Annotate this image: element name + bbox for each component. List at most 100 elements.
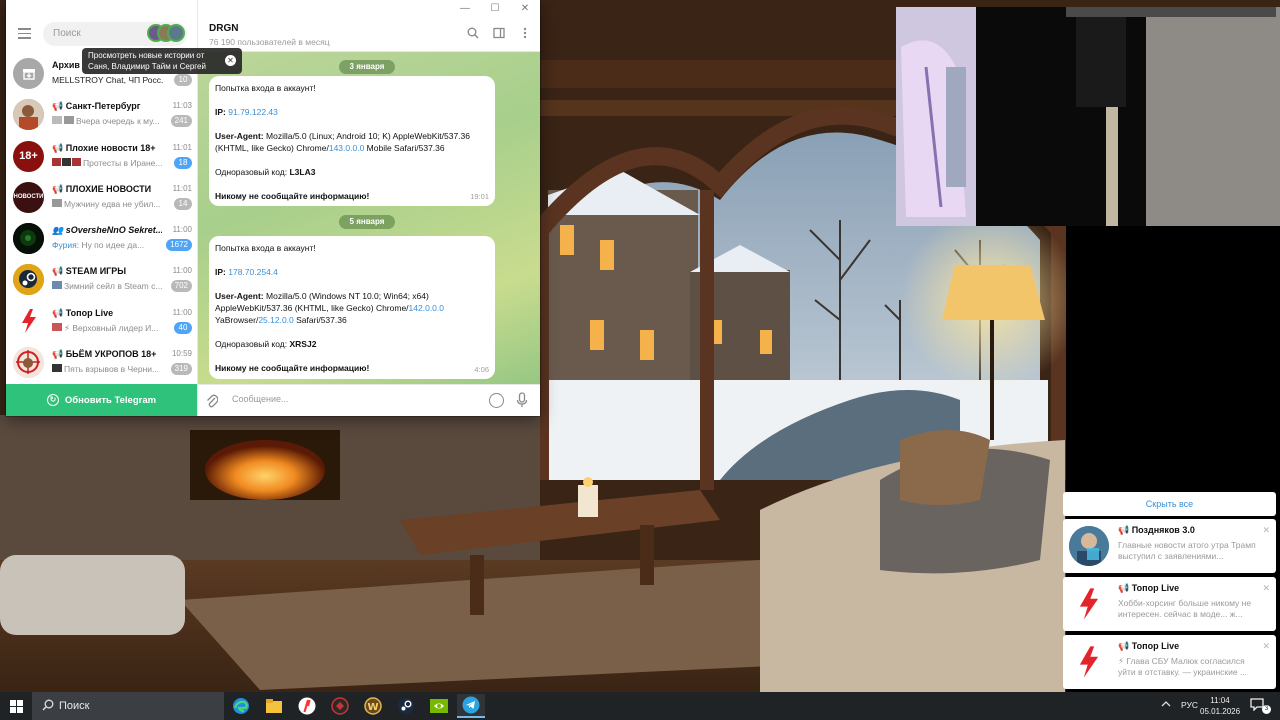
more-options-icon[interactable] <box>518 26 532 40</box>
update-telegram-button[interactable]: ↻ Обновить Telegram <box>6 384 197 416</box>
close-icon[interactable]: ✕ <box>1262 583 1270 594</box>
unread-badge: 14 <box>174 197 192 210</box>
chat-header[interactable]: DRGN 76 190 пользователей в месяц <box>198 16 540 52</box>
notification-card[interactable]: 📢 Поздняков 3.0 Главные новости атого ут… <box>1063 519 1276 573</box>
chat-preview: Зимний сейл в Steam с... <box>52 281 164 291</box>
message-area: 3 января Попытка входа в аккаунт! IP: 91… <box>198 52 540 384</box>
file-explorer-icon[interactable] <box>261 694 287 718</box>
chat-time: 11:00 <box>172 307 192 317</box>
steam-icon <box>13 264 44 296</box>
chat-avatar <box>13 223 44 255</box>
world-of-warcraft-icon[interactable]: W <box>360 694 386 718</box>
message-input[interactable]: Сообщение... <box>232 394 288 404</box>
close-icon[interactable]: ✕ <box>1262 525 1270 536</box>
chat-avatar <box>13 99 44 131</box>
message-code: Одноразовый код: XRSJ2 <box>215 339 317 349</box>
yandex-browser-icon[interactable] <box>294 694 320 718</box>
chat-item[interactable]: 📢 STEAM ИГРЫ 11:00 Зимний сейл в Steam с… <box>6 259 198 300</box>
person-avatar <box>1069 526 1109 566</box>
unread-badge: 319 <box>170 363 192 376</box>
date-separator: 5 января <box>339 215 395 229</box>
chat-name: 📢 БЬЁМ УКРОПОВ 18+ <box>52 349 157 360</box>
unread-badge: 241 <box>170 115 192 128</box>
chat-sidebar: Поиск Просмотреть новые истории от Саня,… <box>6 0 242 416</box>
close-icon[interactable]: ✕ <box>1262 641 1270 652</box>
edge-icon[interactable] <box>228 694 254 718</box>
search-input[interactable]: Поиск <box>43 22 187 46</box>
chat-preview: Мужчину едва не убил... <box>52 198 164 209</box>
maximize-button[interactable]: ☐ <box>480 0 510 16</box>
notification-card[interactable]: 📢 Топор Live Хобби-хорсинг больше никому… <box>1063 577 1276 631</box>
message-bubble[interactable]: Попытка входа в аккаунт! IP: 91.79.122.4… <box>209 76 495 206</box>
tooltip-line-2: Саня, Владимир Тайм и Сергей <box>88 62 206 71</box>
paperclip-icon[interactable] <box>206 393 220 409</box>
telegram-window: Поиск Просмотреть новые истории от Саня,… <box>6 0 540 416</box>
taskbar-search-label: Поиск <box>59 700 90 712</box>
notification-text: Хобби-хорсинг больше никому не интересен… <box>1118 598 1252 619</box>
chat-item[interactable]: 📢 Санкт-Петербург 11:03 Вчера очередь к … <box>6 94 198 135</box>
stories-avatars[interactable] <box>147 24 187 44</box>
message-time: 19:01 <box>470 192 489 201</box>
notification-text: ⚡ Глава СБУ Малюк согласился уйти в отст… <box>1118 656 1248 677</box>
tooltip-line-1: Просмотреть новые истории от <box>88 51 205 60</box>
notification-title: 📢 Топор Live <box>1118 641 1180 651</box>
chat-item[interactable]: 👥 sOversheNnO Sekret... 11:00 Фурия: Ну … <box>6 218 198 259</box>
telegram-icon[interactable] <box>457 694 485 718</box>
chat-preview: Вчера очередь к му... <box>52 116 164 126</box>
chat-name: 👥 sOversheNnO Sekret... <box>52 225 162 236</box>
archive-icon <box>13 58 44 89</box>
chat-item[interactable]: 📢 БЬЁМ УКРОПОВ 18+ 10:59 Пять взрывов в … <box>6 342 198 383</box>
message-bubble[interactable]: Попытка входа в аккаунт! IP: 178.70.254.… <box>209 236 495 379</box>
lightning-icon <box>1069 584 1109 624</box>
chat-time: 11:01 <box>172 183 192 193</box>
unread-badge: 702 <box>170 280 192 293</box>
svg-text:W: W <box>367 702 378 713</box>
date-separator: 3 января <box>339 60 395 74</box>
notification-text: Главные новости атого утра Трамп выступи… <box>1118 540 1256 561</box>
emoji-icon[interactable] <box>489 393 504 408</box>
update-label: Обновить Telegram <box>64 394 157 406</box>
message-time: 4:06 <box>474 365 489 374</box>
search-icon[interactable] <box>466 26 480 40</box>
taskbar: Поиск W РУС 11:04 05.01.2026 3 <box>0 692 1280 720</box>
message-ip: IP: 178.70.254.4 <box>215 267 278 277</box>
chat-item[interactable]: 18+ 📢 Плохие новости 18+ 11:01 Протесты … <box>6 136 198 177</box>
sidebar-toggle-icon[interactable] <box>492 26 506 40</box>
lightning-icon <box>1069 642 1109 682</box>
clock-date: 05.01.2026 <box>1200 707 1241 716</box>
chat-name: 📢 Санкт-Петербург <box>52 101 141 112</box>
chat-time: 10:59 <box>171 349 192 359</box>
chat-time: 11:00 <box>172 225 192 235</box>
unread-badge: 40 <box>174 321 192 334</box>
language-indicator[interactable]: РУС <box>1181 700 1198 710</box>
unread-badge: 18 <box>174 156 192 169</box>
close-icon[interactable]: ✕ <box>225 55 236 66</box>
refresh-icon: ↻ <box>46 394 59 406</box>
camera-feed-image <box>896 7 1280 226</box>
microphone-icon[interactable] <box>516 392 530 409</box>
chat-name: 📢 ПЛОХИЕ НОВОСТИ <box>52 183 152 194</box>
chat-preview: MELLSTROY Chat, ЧП Росс... <box>52 75 164 85</box>
close-window-button[interactable]: ✕ <box>510 0 540 16</box>
chat-name: 📢 Плохие новости 18+ <box>52 142 156 153</box>
unread-badge: 1672 <box>166 239 192 252</box>
hide-all-notifications-button[interactable]: Скрыть все <box>1063 492 1276 516</box>
taskbar-search[interactable]: Поиск <box>32 692 224 720</box>
message-user-agent: User-Agent: Mozilla/5.0 (Windows NT 10.0… <box>215 291 429 301</box>
clock[interactable]: 11:04 05.01.2026 <box>1200 695 1240 717</box>
minimize-button[interactable]: — <box>450 0 480 16</box>
steam-icon[interactable] <box>393 694 419 718</box>
notification-title: 📢 Топор Live <box>1118 583 1180 593</box>
message-user-agent-cont: (KHTML, like Gecko) Chrome/143.0.0.0 Mob… <box>215 143 445 153</box>
hamburger-menu-icon[interactable] <box>18 28 31 39</box>
notification-card[interactable]: 📢 Топор Live ⚡ Глава СБУ Малюк согласилс… <box>1063 635 1276 689</box>
message-user-agent: User-Agent: Mozilla/5.0 (Linux; Android … <box>215 131 470 141</box>
chat-item[interactable]: НОВОСТИ 📢 ПЛОХИЕ НОВОСТИ 11:01 Мужчину е… <box>6 177 198 218</box>
chat-preview: Пять взрывов в Черни... <box>52 364 164 374</box>
chevron-up-icon[interactable] <box>1161 699 1171 710</box>
windows-start-button[interactable] <box>0 692 32 720</box>
app-icon[interactable] <box>327 694 353 718</box>
nvidia-icon[interactable] <box>426 694 452 718</box>
sidebar-header: Поиск <box>6 18 198 50</box>
chat-item[interactable]: 📢 Топор Live 11:00 ⚡ Верховный лидер И..… <box>6 301 198 342</box>
